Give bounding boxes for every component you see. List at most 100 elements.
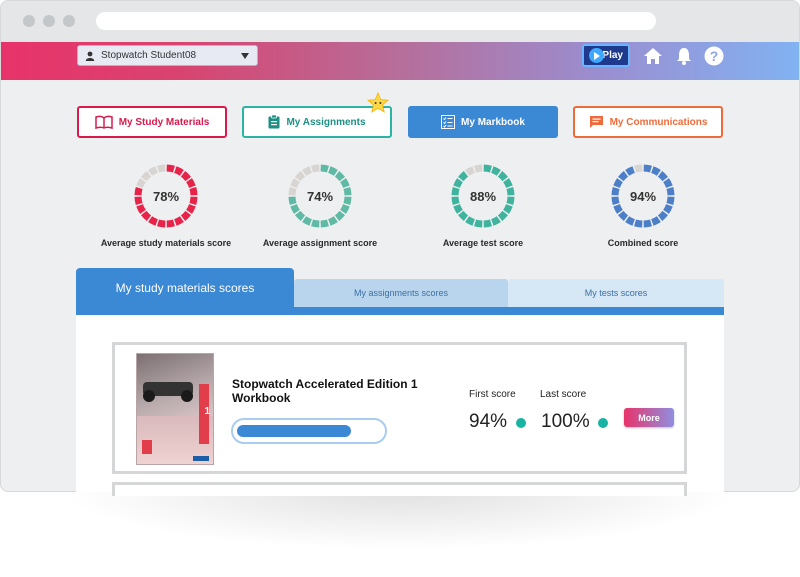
svg-text:?: ? — [710, 48, 719, 64]
ring-segment — [148, 216, 158, 226]
ring-segment — [611, 196, 620, 205]
help-icon[interactable]: ? — [704, 46, 724, 66]
ring-segment — [613, 204, 623, 214]
score-ring: 88% — [451, 164, 515, 228]
play-button[interactable]: Play — [582, 44, 630, 67]
score-tabs: My study materials scores My assignments… — [76, 268, 724, 315]
ring-segment — [474, 164, 483, 173]
first-score-label: First score — [469, 389, 516, 400]
play-label: Play — [602, 50, 623, 61]
ring-segment — [290, 204, 300, 214]
score-ring: 94% — [611, 164, 675, 228]
ring-segment — [302, 166, 312, 176]
home-icon[interactable] — [643, 46, 663, 66]
ring-segment — [491, 166, 501, 176]
more-button[interactable]: More — [624, 408, 674, 427]
ring-segment — [288, 187, 297, 196]
score-percent: 94% — [630, 189, 656, 204]
ring-segment — [311, 219, 320, 228]
ring-segment — [136, 204, 146, 214]
window-shadow — [60, 490, 740, 550]
ring-segment — [320, 219, 329, 228]
message-icon — [589, 116, 603, 128]
window-dot-icon[interactable] — [23, 15, 35, 27]
ring-segment — [506, 196, 515, 205]
bell-icon[interactable] — [674, 46, 694, 66]
ring-segment — [141, 210, 152, 221]
ring-segment — [451, 196, 460, 205]
score-ring: 78% — [134, 164, 198, 228]
ring-segment — [186, 204, 196, 214]
ring-segment — [643, 219, 652, 228]
nav-communications-button[interactable]: My Communications — [573, 106, 723, 138]
ring-segment — [666, 187, 675, 196]
ring-segment — [189, 196, 198, 205]
ring-segment — [148, 166, 158, 176]
ring-segment — [343, 187, 352, 196]
nav-markbook-button[interactable]: My Markbook — [408, 106, 558, 138]
ring-segment — [180, 210, 191, 221]
summary-tests: 88% Average test score — [403, 163, 563, 248]
ring-segment — [174, 166, 184, 176]
ring-segment — [497, 210, 508, 221]
summary-study-materials: 78% Average study materials score — [86, 163, 246, 248]
ring-segment — [651, 216, 661, 226]
nav-markbook-label: My Markbook — [461, 116, 525, 128]
clipboard-icon — [268, 115, 280, 129]
play-icon — [589, 48, 604, 63]
ring-segment — [611, 187, 620, 196]
ring-segment — [166, 164, 175, 173]
tab-tests-scores[interactable]: My tests scores — [508, 279, 724, 307]
ring-segment — [157, 219, 166, 228]
ring-segment — [497, 171, 508, 182]
book-cover-image[interactable]: 1 — [136, 353, 214, 465]
score-percent: 74% — [307, 189, 333, 204]
last-score-dot-icon — [598, 418, 608, 428]
tab-assignments-scores[interactable]: My assignments scores — [294, 279, 508, 307]
ring-segment — [465, 216, 475, 226]
checklist-icon — [441, 115, 456, 129]
ring-segment — [134, 187, 143, 196]
first-score-dot-icon — [516, 418, 526, 428]
ring-segment — [340, 178, 350, 188]
nav-study-materials-label: My Study Materials — [118, 116, 210, 128]
nav-assignments-label: My Assignments — [286, 116, 366, 128]
ring-segment — [643, 164, 652, 173]
ring-segment — [320, 164, 329, 173]
window-dot-icon[interactable] — [63, 15, 75, 27]
ring-segment — [458, 210, 469, 221]
book-icon — [94, 115, 113, 129]
ring-segment — [657, 171, 668, 182]
user-name: Stopwatch Student08 — [101, 50, 197, 61]
ring-segment — [166, 219, 175, 228]
ring-segment — [328, 166, 338, 176]
ring-segment — [134, 196, 143, 205]
last-score-label: Last score — [540, 389, 587, 400]
summary-assignments: 74% Average assignment score — [240, 163, 400, 248]
ring-segment — [295, 210, 306, 221]
ring-segment — [483, 164, 492, 173]
ring-segment — [186, 178, 196, 188]
ring-segment — [503, 204, 513, 214]
browser-titlebar — [1, 1, 799, 42]
book-score-card-next — [112, 482, 687, 496]
ring-segment — [613, 178, 623, 188]
user-select[interactable]: Stopwatch Student08 — [77, 45, 258, 66]
ring-segment — [451, 187, 460, 196]
first-score-value: 94% — [469, 411, 508, 432]
nav-study-materials-button[interactable]: My Study Materials — [77, 106, 227, 138]
ring-segment — [657, 210, 668, 221]
ring-segment — [290, 178, 300, 188]
last-score-value: 100% — [541, 411, 590, 432]
address-bar[interactable] — [96, 12, 656, 30]
ring-segment — [634, 219, 643, 228]
ring-segment — [180, 171, 191, 182]
tab-underline — [76, 307, 724, 315]
score-ring: 74% — [288, 164, 352, 228]
summary-label: Average test score — [442, 238, 524, 248]
score-percent: 88% — [470, 189, 496, 204]
chevron-down-icon — [241, 53, 249, 59]
ring-segment — [157, 164, 166, 173]
window-dot-icon[interactable] — [43, 15, 55, 27]
ring-segment — [343, 196, 352, 205]
